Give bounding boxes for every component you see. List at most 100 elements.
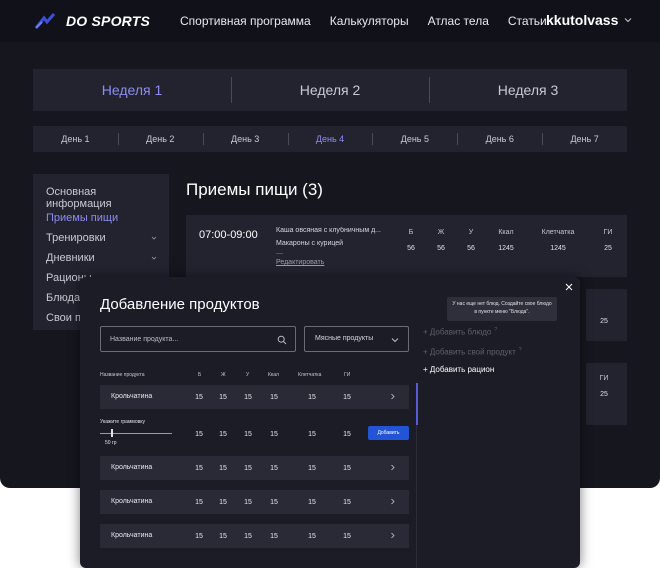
product-value: 15 [219,533,227,540]
day-tabs: День 1 День 2 День 3 День 4 День 5 День … [33,126,627,152]
sidebar-item-workouts[interactable]: Тренировки [33,228,169,248]
product-value: 15 [270,533,278,540]
product-value: 15 [343,465,351,472]
product-row[interactable]: Крольчатина 15 15 15 15 15 15 [100,524,409,548]
scrollbar-thumb[interactable] [416,383,418,425]
meal-food-item: Каша овсяная с клубничным д... [276,227,381,234]
meal-value-gi: 25 [600,318,608,325]
column-header-gi: ГИ [599,375,609,382]
product-value: 15 [308,394,316,401]
nav-articles[interactable]: Статьи [508,14,547,28]
product-value: 15 [270,394,278,401]
product-value: 15 [270,465,278,472]
sidebar-item-label: Основная информация [46,186,112,210]
product-value: 15 [244,533,252,540]
header: DO SPORTS Спортивная программа Калькулят… [0,0,660,42]
product-value: 15 [343,394,351,401]
meal-card-partial: ГИ 25 [586,363,627,425]
column-header-protein: Б [408,229,414,236]
product-value: 15 [308,499,316,506]
chevron-down-icon [625,18,632,23]
search-input[interactable] [110,333,270,346]
sidebar-item-label: Блюда [46,292,81,304]
search-field [100,326,296,352]
product-value: 15 [308,431,316,438]
user-menu[interactable]: kkutolvass [546,12,632,28]
category-select[interactable]: Мясные продукты [304,326,409,352]
add-products-modal: Добавление продуктов Мясные продукты Наз… [80,277,580,568]
sidebar-item-label: Дневники [46,252,95,264]
meal-value-gi: 25 [604,245,612,252]
column-header-kcal: Ккал [268,372,279,378]
logo[interactable]: DO SPORTS [34,12,150,30]
tab-day-5[interactable]: День 5 [372,126,457,152]
logo-icon [34,13,56,29]
close-icon[interactable] [564,282,574,292]
tab-day-3[interactable]: День 3 [202,126,288,152]
grams-label: Укажите граммовку [100,419,146,425]
sidebar-item-label: Тренировки [46,232,106,244]
sidebar-item-basic-info[interactable]: Основная информация [33,186,169,210]
chevron-right-icon [391,393,395,400]
tab-week-3[interactable]: Неделя 3 [429,69,627,111]
sidebar-item-meals[interactable]: Приемы пищи [33,208,169,228]
tab-day-1[interactable]: День 1 [33,126,118,152]
product-value: 15 [219,465,227,472]
column-header-fat: Ж [221,372,226,378]
search-icon[interactable] [277,335,287,345]
product-value: 15 [244,465,252,472]
product-value: 15 [343,499,351,506]
logo-text: DO SPORTS [66,13,151,29]
user-name: kkutolvass [546,12,619,28]
sidebar-item-diaries[interactable]: Дневники [33,248,169,268]
meal-card-partial: 25 [586,289,627,341]
add-product-button[interactable]: Добавить [368,426,409,440]
column-header-protein: Б [198,372,202,378]
meal-value-fiber: 1245 [550,245,566,252]
product-value: 15 [195,394,203,401]
tab-week-1[interactable]: Неделя 1 [33,69,231,111]
tab-day-7[interactable]: День 7 [542,126,627,152]
column-header-product-name: Название продукта [100,372,145,378]
add-ration-link[interactable]: + Добавить рацион [423,365,494,374]
add-dish-link[interactable]: + Добавить блюдо? [423,327,497,337]
nav-body-atlas[interactable]: Атлас тела [428,14,489,28]
product-row[interactable]: Крольчатина 15 15 15 15 15 15 [100,456,409,480]
add-ration-label: + Добавить рацион [423,365,495,374]
edit-meal-link[interactable]: Редактировать [276,259,324,266]
week-tabs: Неделя 1 Неделя 2 Неделя 3 [33,69,627,111]
help-icon: ? [494,327,498,333]
product-row[interactable]: Крольчатина 15 15 15 15 15 15 [100,385,409,409]
page-title: Приемы пищи (3) [186,180,323,199]
nav-sport-program[interactable]: Спортивная программа [180,14,311,28]
product-value: 15 [195,465,203,472]
add-own-product-link[interactable]: + Добавить свой продукт? [423,347,522,357]
chevron-down-icon [151,236,157,240]
meal-value-gi: 25 [600,391,608,398]
product-name: Крольчатина [111,498,153,505]
modal-title: Добавление продуктов [100,296,260,313]
column-header-fiber: Клетчатка [541,229,575,236]
product-value: 15 [343,533,351,540]
grams-slider-thumb[interactable] [111,429,113,437]
product-value: 15 [270,431,278,438]
sidebar-item-label: Приемы пищи [46,212,119,224]
tab-day-2[interactable]: День 2 [117,126,203,152]
product-row-expanded: Укажите граммовку 50 гр 15 15 15 15 15 1… [100,417,409,451]
product-value: 15 [195,533,203,540]
chevron-right-icon [391,464,395,471]
product-value: 15 [219,431,227,438]
product-value: 15 [244,431,252,438]
meal-card: 07:00-09:00 Каша овсяная с клубничным д.… [186,215,627,277]
product-row[interactable]: Крольчатина 15 15 15 15 15 15 [100,490,409,514]
chevron-down-icon [151,256,157,260]
help-icon: ? [518,347,522,353]
product-value: 15 [195,431,203,438]
chevron-right-icon [391,532,395,539]
tab-week-2[interactable]: Неделя 2 [231,69,429,111]
meal-food-item: Макароны с курицей [276,240,344,247]
tab-day-4[interactable]: День 4 [287,126,373,152]
nav-calculators[interactable]: Калькуляторы [330,14,409,28]
tab-day-6[interactable]: День 6 [457,126,542,152]
chevron-right-icon [391,498,395,505]
